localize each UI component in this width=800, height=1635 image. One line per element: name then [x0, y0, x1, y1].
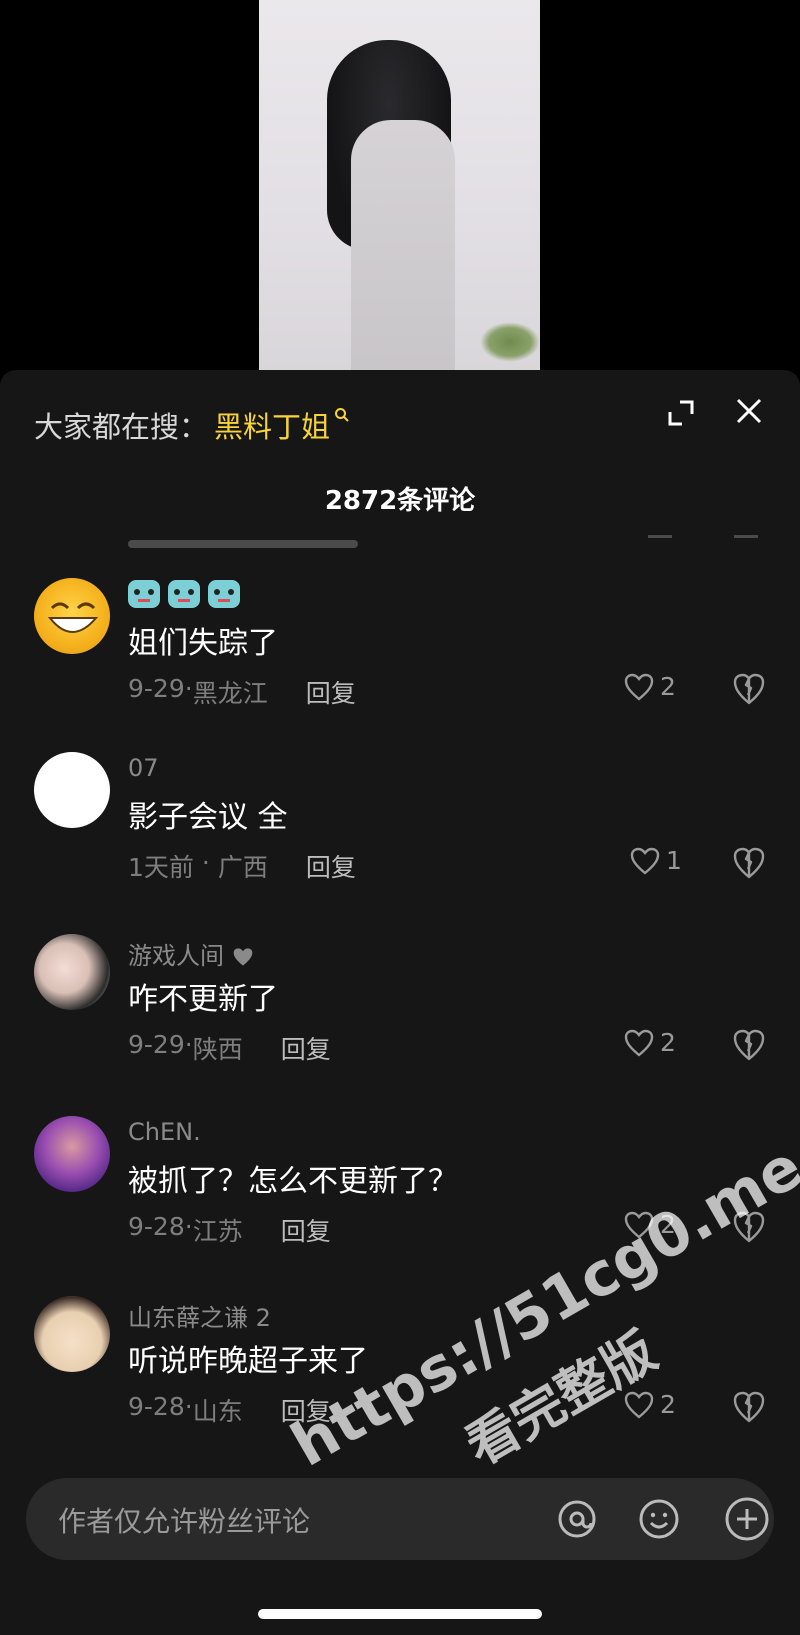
reply-button[interactable]: 回复: [281, 1212, 331, 1248]
meta-separator: ·: [184, 1212, 193, 1241]
username[interactable]: ChEN.: [128, 1118, 201, 1146]
comment-location: 陕西: [192, 1035, 243, 1064]
reply-button[interactable]: 回复: [306, 674, 356, 710]
at-mention-icon[interactable]: [556, 1498, 598, 1540]
comment-item: 游戏人间 咋不更新了 9-29 · 陕西 回复 2: [0, 934, 800, 1114]
reply-button[interactable]: 回复: [281, 1030, 331, 1066]
comment-meta: 1天前 · 广西 回复: [128, 848, 356, 884]
home-indicator: [258, 1609, 542, 1619]
plus-icon[interactable]: [724, 1496, 770, 1542]
comment-meta: 9-28 · 江苏 回复: [128, 1212, 331, 1248]
comment-meta: 9-29 · 陕西 回复: [128, 1030, 331, 1066]
broken-heart-icon[interactable]: [732, 672, 766, 706]
trending-search[interactable]: 大家都在搜： 黑料丁姐: [34, 404, 350, 446]
reply-button[interactable]: 回复: [281, 1392, 331, 1428]
comment-location: 江苏: [192, 1217, 243, 1246]
expand-icon[interactable]: [666, 398, 696, 428]
comment-item: 姐们失踪了 9-29 · 黑龙江 回复 2: [0, 578, 800, 758]
comment-count: 2872条评论: [324, 486, 476, 516]
video-plant: [480, 322, 540, 362]
comment-meta: 9-28 · 山东 回复: [128, 1392, 331, 1428]
broken-heart-icon[interactable]: [732, 1210, 766, 1244]
comment-date: 9-29: [128, 1030, 185, 1059]
clipped-like-icon: [648, 528, 672, 538]
avatar[interactable]: [34, 752, 110, 828]
comment-text: 影子会议 全: [128, 800, 288, 835]
search-icon: [335, 408, 349, 422]
comment-date: 1天前: [128, 853, 194, 882]
heart-icon: [624, 1211, 654, 1239]
avatar[interactable]: [34, 578, 110, 654]
video-preview[interactable]: [259, 0, 540, 372]
like-button[interactable]: 2: [624, 1028, 676, 1057]
comment-input-bar[interactable]: 作者仅允许粉丝评论: [26, 1478, 774, 1560]
username[interactable]: 游戏人间: [128, 936, 254, 971]
meta-separator: ·: [184, 1392, 193, 1421]
avatar[interactable]: [34, 1296, 110, 1372]
comment-location: 广西: [217, 853, 268, 882]
broken-heart-icon[interactable]: [732, 1028, 766, 1062]
comment-item: 山东薛之谦 2 听说昨晚超子来了 9-28 · 山东 回复 2: [0, 1296, 800, 1476]
like-count: 2: [660, 1210, 676, 1239]
comment-item: ChEN. 被抓了？怎么不更新了？ 9-28 · 江苏 回复 2: [0, 1116, 800, 1296]
comment-meta: 9-29 · 黑龙江 回复: [128, 674, 356, 710]
robot-emoji-icon: [168, 580, 200, 608]
comment-text: 听说昨晚超子来了: [128, 1344, 368, 1379]
trending-search-prefix: 大家都在搜：: [34, 410, 209, 444]
reply-button[interactable]: 回复: [306, 848, 356, 884]
heart-icon: [624, 1391, 654, 1419]
username-emoji[interactable]: [128, 580, 248, 614]
meta-separator: ·: [201, 848, 210, 877]
like-button[interactable]: 2: [624, 1390, 676, 1419]
username[interactable]: 07: [128, 754, 159, 782]
broken-heart-icon[interactable]: [732, 1390, 766, 1424]
video-figure-body: [351, 120, 455, 372]
comment-date: 9-28: [128, 1392, 185, 1421]
like-button[interactable]: 2: [624, 1210, 676, 1239]
comment-text: 被抓了？怎么不更新了？: [128, 1164, 458, 1199]
grin-face-icon: [47, 602, 99, 633]
clipped-meta-text: [128, 540, 358, 548]
avatar[interactable]: [34, 1116, 110, 1192]
clipped-comment-row: [128, 528, 768, 548]
like-count: 1: [666, 846, 682, 875]
like-count: 2: [660, 1390, 676, 1419]
comment-date: 9-28: [128, 1212, 185, 1241]
heart-icon: [624, 673, 654, 701]
heart-icon: [624, 1029, 654, 1057]
trending-search-term[interactable]: 黑料丁姐: [214, 404, 330, 446]
robot-emoji-icon: [128, 580, 160, 608]
username[interactable]: 山东薛之谦 2: [128, 1298, 271, 1333]
clipped-dislike-icon: [734, 528, 758, 538]
like-button[interactable]: 2: [624, 672, 676, 701]
heart-badge-icon: [233, 948, 252, 966]
heart-icon: [630, 847, 660, 875]
avatar[interactable]: [34, 934, 110, 1010]
comment-location: 山东: [192, 1397, 243, 1426]
comment-sheet: 大家都在搜： 黑料丁姐 2872条评论 姐们失踪了 9-29 · 黑龙江 回复 …: [0, 370, 800, 1635]
username-text: 游戏人间: [128, 942, 224, 970]
emoji-icon[interactable]: [638, 1498, 680, 1540]
comment-text: 咋不更新了: [128, 982, 278, 1017]
comment-item: 07 影子会议 全 1天前 · 广西 回复 1: [0, 752, 800, 932]
like-count: 2: [660, 672, 676, 701]
robot-emoji-icon: [208, 580, 240, 608]
comment-input-placeholder[interactable]: 作者仅允许粉丝评论: [58, 1500, 310, 1540]
like-count: 2: [660, 1028, 676, 1057]
broken-heart-icon[interactable]: [732, 846, 766, 880]
close-icon[interactable]: [734, 396, 764, 426]
meta-separator: ·: [184, 674, 193, 703]
meta-separator: ·: [184, 1030, 193, 1059]
comment-text: 姐们失踪了: [128, 626, 278, 661]
comment-date: 9-29: [128, 674, 185, 703]
comment-location: 黑龙江: [192, 679, 268, 708]
like-button[interactable]: 1: [630, 846, 682, 875]
